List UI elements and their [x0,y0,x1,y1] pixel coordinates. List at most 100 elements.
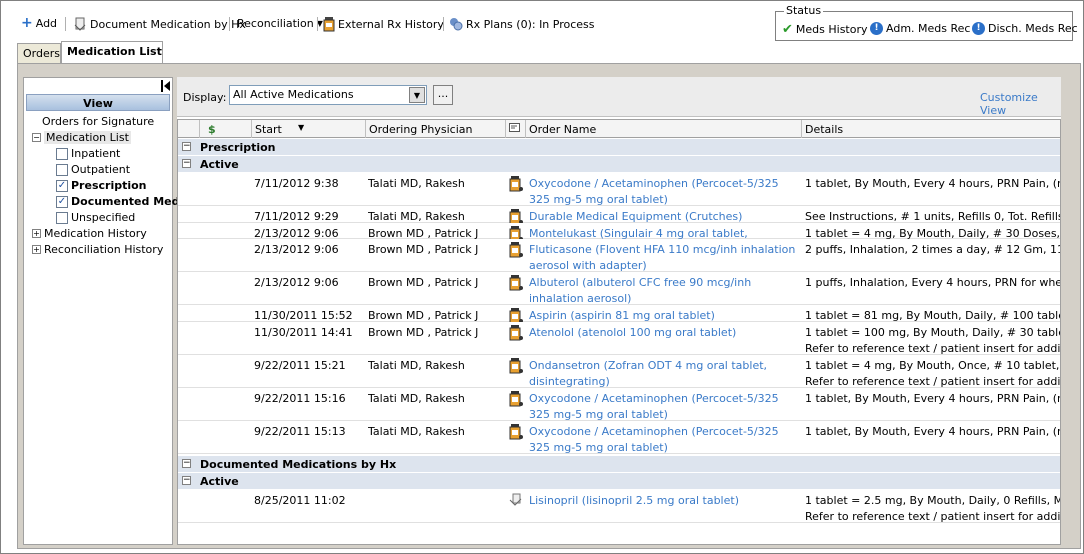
physician-column-header[interactable]: Ordering Physician [366,120,506,138]
document-medication-icon [74,17,86,31]
expand-icon[interactable]: + [32,245,41,254]
collapse-icon[interactable]: − [32,133,41,142]
table-row[interactable]: 2/13/2012 9:06 Brown MD , Patrick J Albute… [178,272,1060,307]
toolbar-separator [65,17,66,31]
start-column-header[interactable]: Start ▼ [252,120,366,138]
table-row[interactable]: 7/11/2012 9:29 Talati MD, Rakesh Durable M… [178,206,1060,225]
document-medication-button[interactable]: Document Medication by Hx [73,17,246,31]
order-name-cell[interactable]: Lisinopril (lisinopril 2.5 mg oral table… [529,493,801,509]
physician-cell: Talati MD, Rakesh [368,392,465,405]
outpatient-checkbox[interactable] [56,163,68,176]
toolbar-separator [443,17,444,31]
table-row[interactable]: 11/30/2011 15:52 Brown MD , Patrick J Aspi… [178,305,1060,324]
cost-column-header[interactable]: $ [200,120,252,138]
checkmark-icon: ✔ [782,22,793,37]
prescription-bottle-icon [509,391,523,407]
group-documented[interactable]: − Documented Medications by Hx [178,456,1060,472]
pill-bottle-icon [323,17,335,32]
table-row[interactable]: 8/25/2011 11:02 Lisinopril (lisinopril 2.… [178,490,1061,523]
start-cell: 9/22/2011 15:21 [254,359,346,372]
details-cell: 1 tablet = 100 mg, By Mouth, Daily, # 30… [805,325,1060,357]
select-column-header[interactable] [178,120,200,138]
disch-meds-rec-status[interactable]: ! Disch. Meds Rec [972,22,1078,35]
documented-med-checkbox[interactable]: ✓ [56,195,68,208]
order-name-column-header[interactable]: Order Name [526,120,802,138]
view-panel: View Orders for Signature − Medication L… [23,77,180,545]
order-name-cell[interactable]: Oxycodone / Acetaminophen (Percocet-5/32… [529,176,801,208]
unspecified-checkbox[interactable] [56,211,68,224]
details-column-header[interactable]: Details [802,120,1060,138]
toolbar: + Add Document Medication by Hx Reconcil… [5,4,1081,43]
dropdown-arrow-icon[interactable]: ▼ [409,87,425,103]
group-prescription[interactable]: − Prescription [178,139,1060,155]
collapse-icon[interactable]: − [182,159,191,168]
display-select[interactable]: All Active Medications ▼ [229,85,427,105]
customize-view-link[interactable]: Customize View [980,91,1061,117]
add-button[interactable]: + Add [21,16,57,30]
tab-medication-list[interactable]: Medication List [61,41,163,63]
order-name-cell[interactable]: Albuterol (albuterol CFC free 90 mcg/inh… [529,275,801,307]
inpatient-checkbox[interactable] [56,147,68,160]
toolbar-separator [317,17,318,31]
adm-meds-rec-status[interactable]: ! Adm. Meds Rec [870,22,970,35]
collapse-panel-icon[interactable] [161,80,171,92]
group-active[interactable]: − Active [178,156,1060,172]
physician-cell: Talati MD, Rakesh [368,425,465,438]
group-active[interactable]: − Active [178,473,1060,489]
grid-header: $ Start ▼ Ordering Physician Order Name … [178,120,1060,138]
tree-item-inpatient[interactable]: Inpatient [56,147,120,160]
collapse-icon[interactable]: − [182,476,191,485]
details-line: 1 tablet, By Mouth, Every 4 hours, PRN P… [805,392,1060,405]
order-name-cell[interactable]: Oxycodone / Acetaminophen (Percocet-5/32… [529,391,801,423]
tree-item-documented-med[interactable]: ✓ Documented Med [56,195,180,208]
details-line: 1 tablet = 100 mg, By Mouth, Daily, # 30… [805,326,1060,339]
tree-item-outpatient[interactable]: Outpatient [56,163,130,176]
collapse-icon[interactable]: − [182,459,191,468]
meds-history-status[interactable]: ✔ Meds History [782,22,868,37]
expand-icon[interactable]: + [32,229,41,238]
order-name-cell[interactable]: Ondansetron (Zofran ODT 4 mg oral tablet… [529,358,801,390]
table-row[interactable]: 2/13/2012 9:06 Brown MD , Patrick J Montel… [178,223,1060,256]
physician-cell: Brown MD , Patrick J [368,326,479,339]
details-cell: 1 tablet, By Mouth, Every 4 hours, PRN P… [805,424,1060,440]
tree-item-unspecified[interactable]: Unspecified [56,211,135,224]
physician-cell: Brown MD , Patrick J [368,243,479,256]
details-line: 1 tablet, By Mouth, Every 4 hours, PRN P… [805,425,1060,438]
details-cell: 2 puffs, Inhalation, 2 times a day, # 12… [805,242,1060,258]
external-rx-history-button[interactable]: External Rx History [323,17,444,32]
tree-item-reconciliation-history[interactable]: + Reconciliation History [32,243,163,256]
collapse-icon[interactable]: − [182,142,191,151]
table-row[interactable]: 9/22/2011 15:16 Talati MD, Rakesh Oxycodon… [178,388,1060,423]
status-legend: Status [784,4,824,17]
rx-plans-icon [450,18,463,31]
details-cell: 1 tablet = 4 mg, By Mouth, Once, # 10 ta… [805,358,1060,390]
tree-item-prescription[interactable]: ✓ Prescription [56,179,147,192]
table-row[interactable]: 7/11/2012 9:38 Talati MD, Rakesh Oxycodone… [178,173,1060,208]
tree-item-orders-for-signature[interactable]: Orders for Signature [42,115,154,128]
order-name-cell[interactable]: Oxycodone / Acetaminophen (Percocet-5/32… [529,424,801,456]
tab-orders[interactable]: Orders [17,43,61,63]
status-box: Status ✔ Meds History ! Adm. Meds Rec ! … [775,4,1078,41]
table-row[interactable]: 11/30/2011 14:41 Brown MD , Patrick J Aten… [178,322,1060,357]
table-row[interactable]: 9/22/2011 15:13 Talati MD, Rakesh Oxycodon… [178,421,1060,456]
reconciliation-dropdown[interactable]: Reconciliation ▼ [237,17,323,30]
table-row[interactable]: 9/22/2011 15:21 Talati MD, Rakesh Ondanset… [178,355,1060,390]
medication-grid: $ Start ▼ Ordering Physician Order Name … [177,119,1061,545]
prescription-bottle-icon [509,275,523,291]
prescription-checkbox[interactable]: ✓ [56,179,68,192]
details-line: 1 tablet = 4 mg, By Mouth, Once, # 10 ta… [805,359,1060,372]
prescription-bottle-icon [509,176,523,192]
order-name-cell[interactable]: Atenolol (atenolol 100 mg oral tablet) [529,325,801,341]
prescription-bottle-icon [509,358,523,374]
start-cell: 2/13/2012 9:06 [254,243,339,256]
rx-plans-button[interactable]: Rx Plans (0): In Process [449,17,595,31]
order-name-cell[interactable]: Fluticasone (Flovent HFA 110 mcg/inh inh… [529,242,801,274]
tree-item-medication-history[interactable]: + Medication History [32,227,147,240]
documented-medication-icon [509,493,523,509]
display-options-button[interactable]: ... [433,85,453,105]
tree-item-medication-list[interactable]: − Medication List [32,131,131,144]
table-row[interactable]: 2/13/2012 9:06 Brown MD , Patrick J Flutic… [178,239,1060,274]
display-label: Display: [183,91,227,104]
order-type-column-header[interactable] [506,120,526,138]
details-line: Refer to reference text / patient insert… [805,510,1061,523]
